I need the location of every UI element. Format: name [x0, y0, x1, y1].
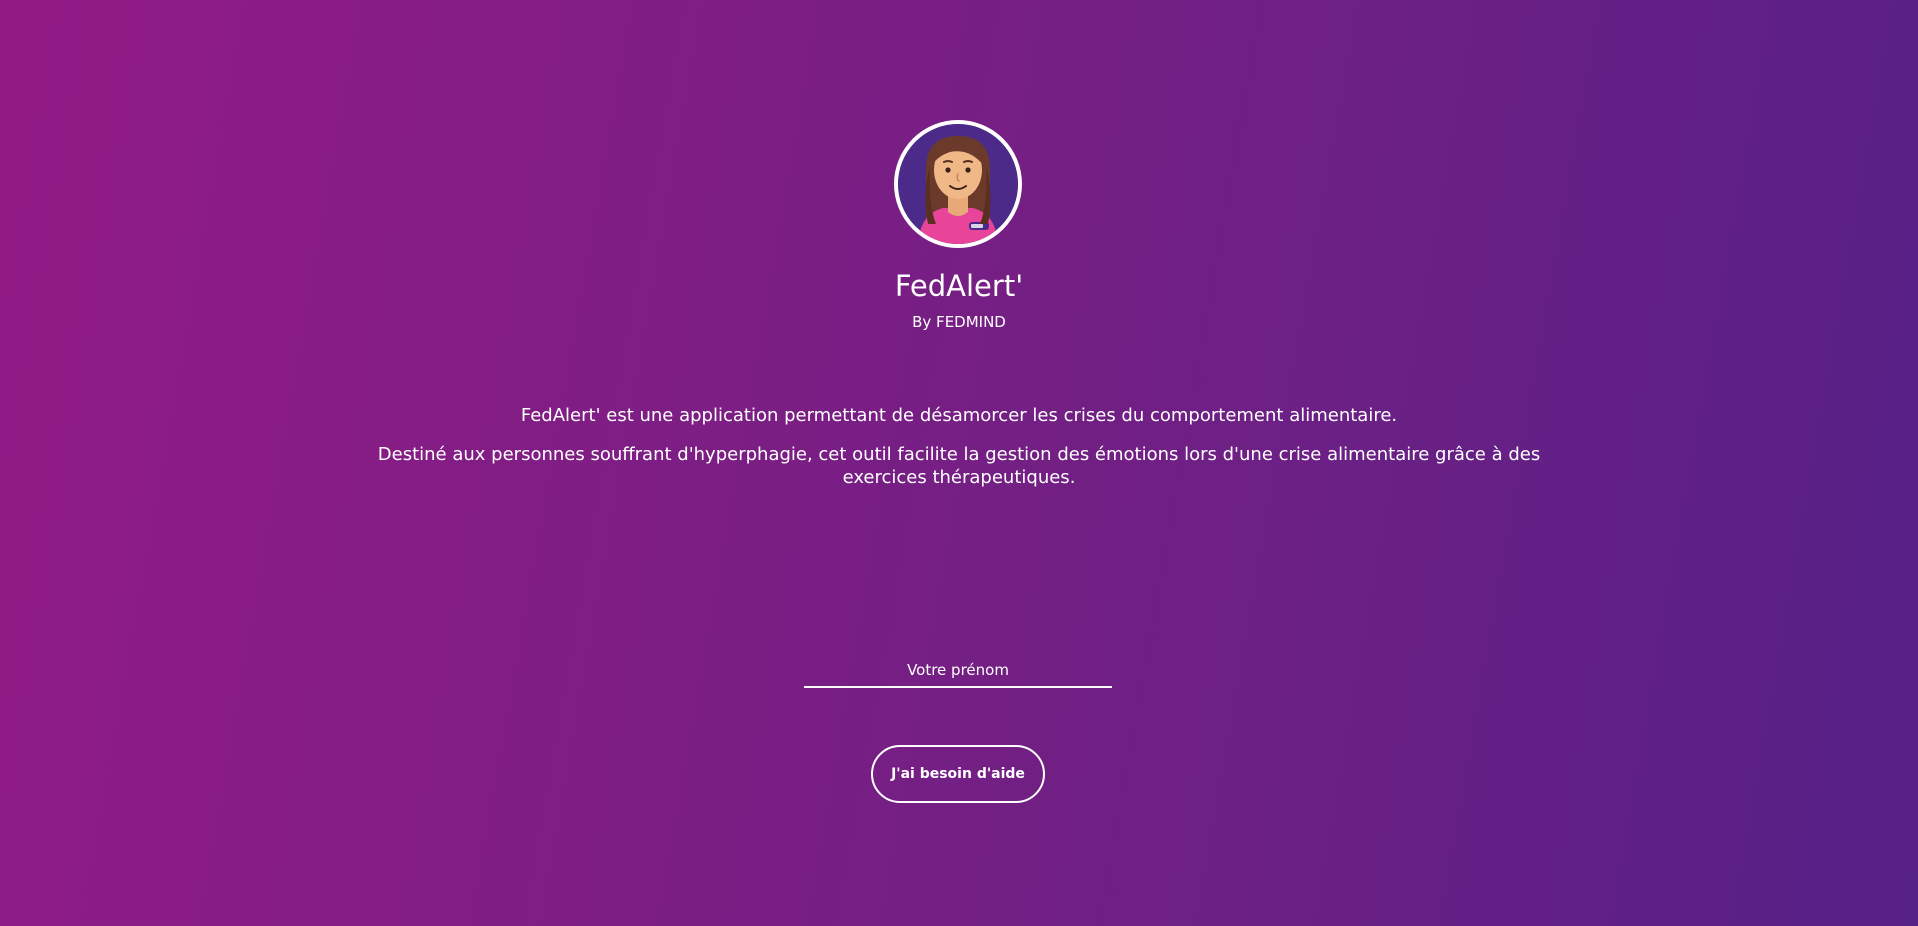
woman-avatar-icon [898, 124, 1018, 244]
description-line-1: FedAlert' est une application permettant… [520, 405, 1398, 426]
app-subtitle: By FEDMIND [912, 313, 1006, 331]
name-field [804, 654, 1112, 688]
welcome-page: FedAlert' By FEDMIND FedAlert' est une a… [0, 0, 1918, 926]
app-title: FedAlert' [894, 269, 1024, 303]
need-help-button[interactable]: J'ai besoin d'aide [871, 745, 1045, 803]
description-line-2: Destiné aux personnes souffrant d'hyperp… [377, 444, 1541, 488]
first-name-input[interactable] [804, 654, 1112, 686]
avatar [894, 120, 1022, 248]
